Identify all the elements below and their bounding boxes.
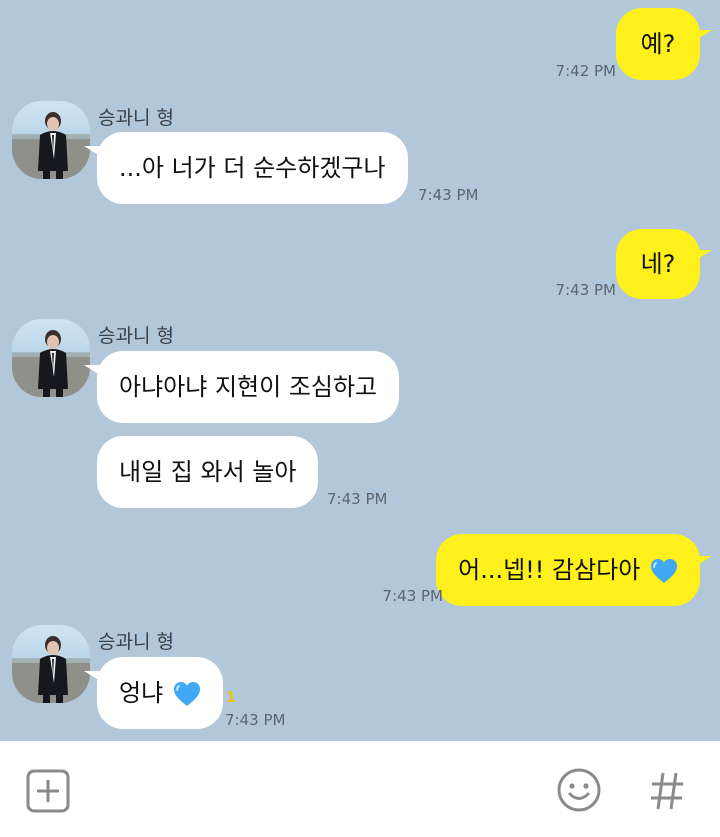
blue-heart-icon [173,682,200,706]
blue-heart-icon [651,559,677,583]
their-message-bubble[interactable]: ...아 너가 더 순수하겠구나 [97,132,408,204]
message-text: 엉냐 [119,679,164,707]
message-time: 7:43 PM [382,587,443,605]
my-message-bubble[interactable]: 예? [616,8,700,80]
unread-count: 1 [226,690,236,706]
message-time: 7:43 PM [555,281,616,299]
attach-button[interactable] [26,769,70,813]
sender-name: 승과니 형 [98,107,174,129]
message-text: 내일 집 와서 놀아 [119,458,297,486]
my-message-bubble[interactable]: 네? [616,229,700,299]
sender-name: 승과니 형 [98,325,174,347]
bubble-tail [696,30,712,40]
bubble-tail [84,146,100,156]
my-message-bubble[interactable]: 어...넵!! 감삼다아 [436,534,700,606]
their-message-bubble[interactable]: 아냐아냐 지현이 조심하고 [97,351,400,423]
emoji-icon [557,768,601,812]
bubble-tail [84,365,100,375]
message-text: ...아 너가 더 순수하겠구나 [119,154,386,182]
message-text: 어...넵!! 감삼다아 [458,556,641,584]
contact-avatar[interactable] [12,101,90,179]
chat-area[interactable]: 예? 7:42 PM 승과니 형 ...아 너가 더 순수하겠구나 7:43 P… [0,0,720,741]
message-time: 7:43 PM [418,186,479,204]
contact-avatar[interactable] [12,319,90,397]
avatar-photo [12,636,90,703]
emoji-button[interactable] [556,767,602,813]
bubble-tail [696,250,712,260]
message-text: 아냐아냐 지현이 조심하고 [119,373,378,401]
message-time: 7:43 PM [327,490,388,508]
plus-icon [26,769,70,813]
message-text: 네? [640,250,676,278]
avatar-photo [12,330,90,397]
hashtag-button[interactable] [648,769,686,813]
avatar-photo [12,112,90,179]
hashtag-icon [651,772,683,810]
their-message-bubble[interactable]: 엉냐 [97,657,223,729]
bubble-tail [696,556,712,566]
message-time: 7:43 PM [225,711,286,729]
their-message-bubble[interactable]: 내일 집 와서 놀아 [97,436,319,508]
contact-avatar[interactable] [12,625,90,703]
message-time: 7:42 PM [555,62,616,80]
input-bar [0,741,720,837]
message-text: 예? [640,30,676,58]
bubble-tail [84,671,100,681]
sender-name: 승과니 형 [98,631,174,653]
